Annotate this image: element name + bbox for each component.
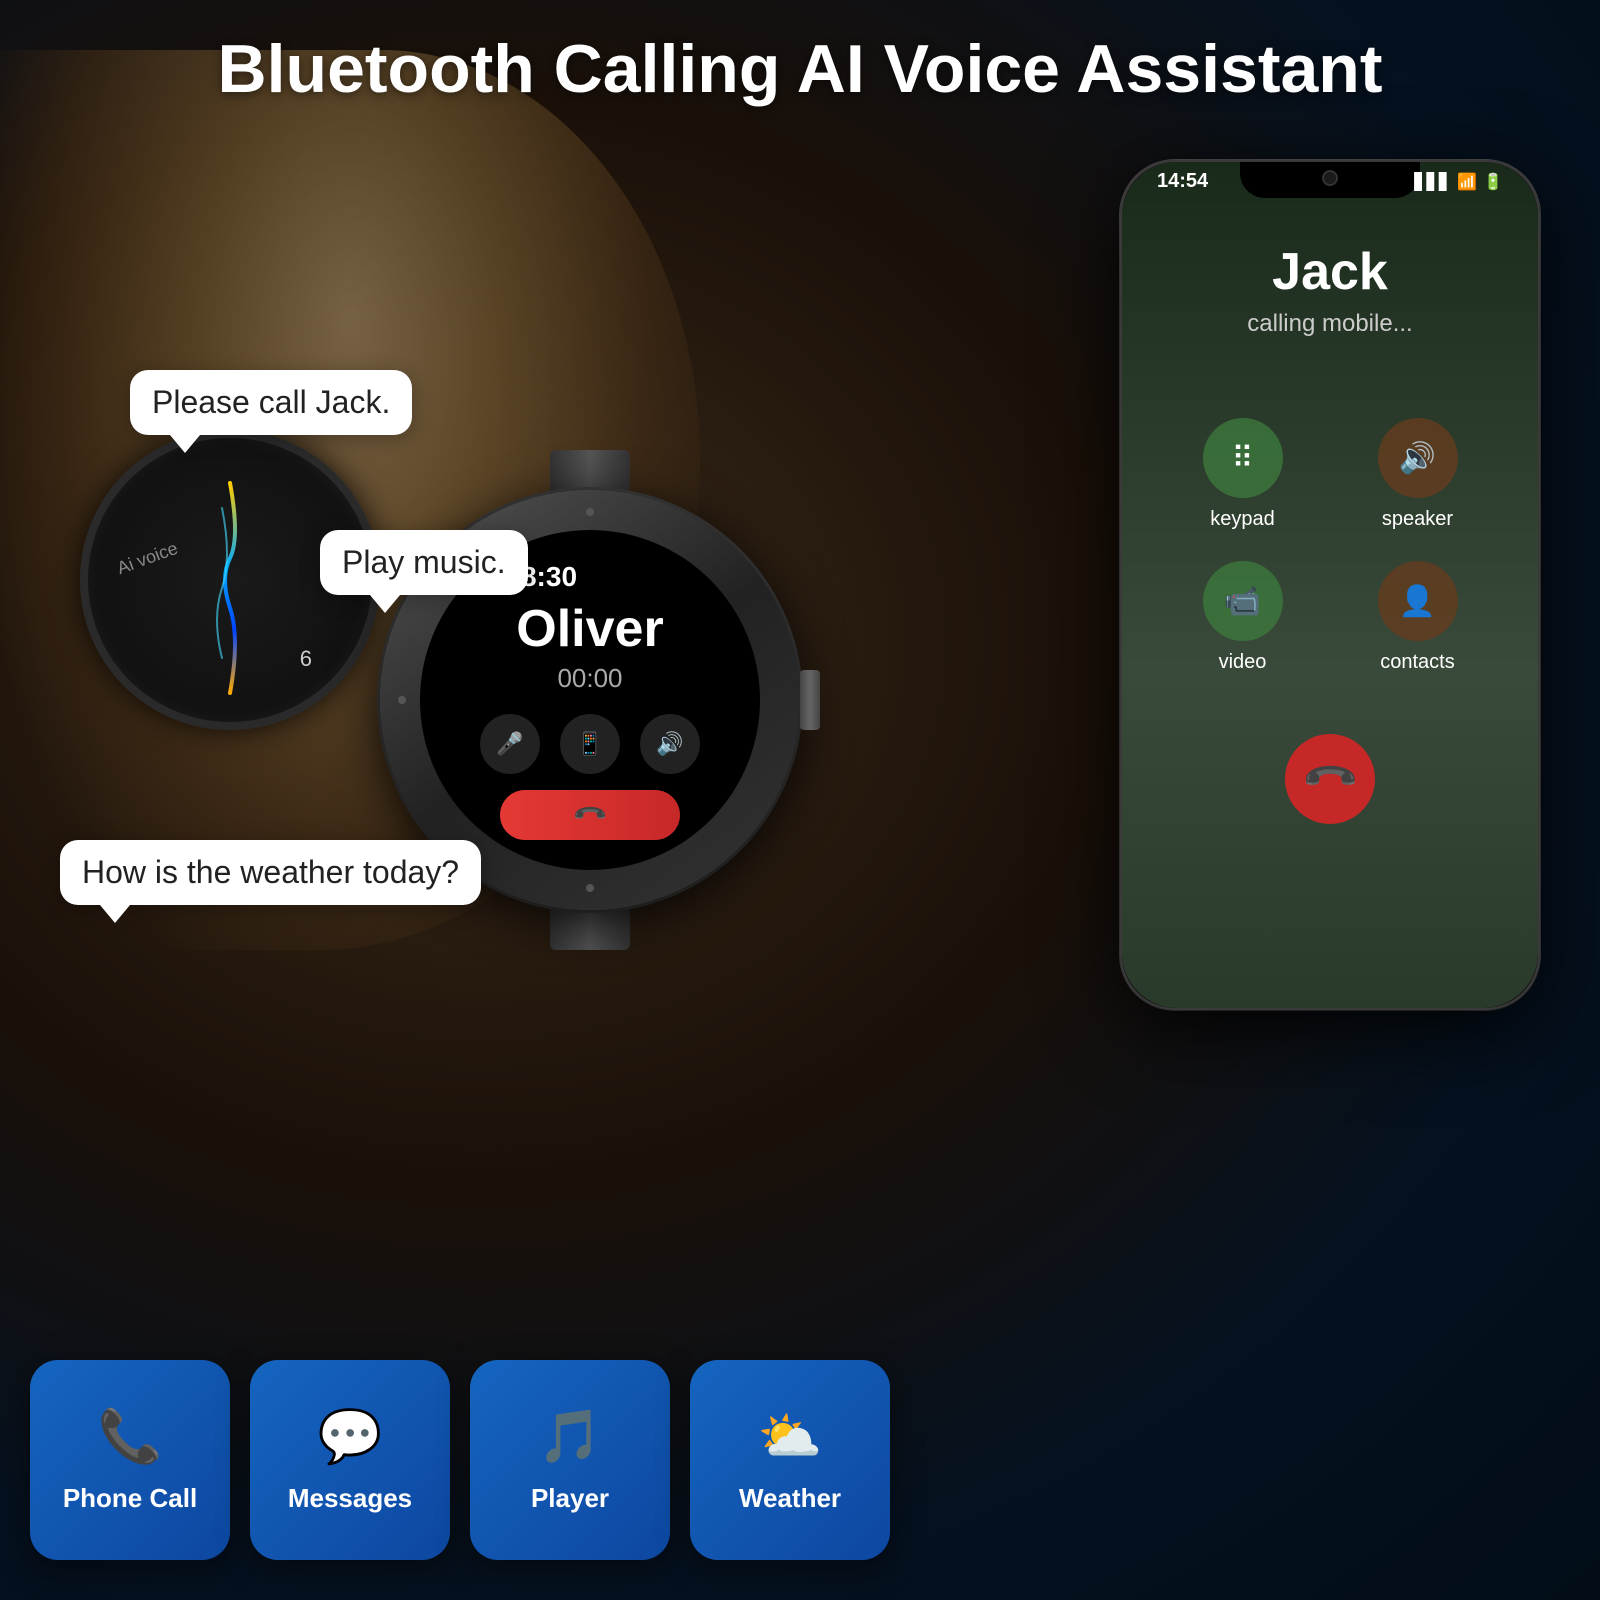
watch-call-duration: 00:00 (557, 663, 622, 694)
bubble-music: Play music. (320, 530, 528, 595)
phone-call-icon: 📞 (98, 1406, 163, 1467)
player-icon: 🎵 (538, 1406, 603, 1467)
screw-left (398, 696, 406, 704)
screw-top (586, 508, 594, 516)
watch-end-call-btn[interactable]: 📞 (500, 790, 680, 840)
feature-tiles: 📞 Phone Call 💬 Messages 🎵 Player ⛅ Weather (30, 1360, 890, 1560)
bubble-weather: How is the weather today? (60, 840, 481, 905)
status-icons: ▋▋▋ 📶 🔋 (1414, 172, 1503, 192)
decline-icon: 📞 (1299, 748, 1360, 809)
feature-tile-messages[interactable]: 💬 Messages (250, 1360, 450, 1560)
speaker-label: speaker (1382, 508, 1453, 531)
weather-icon: ⛅ (758, 1406, 823, 1467)
status-bar: 14:54 ▋▋▋ 📶 🔋 (1147, 170, 1513, 193)
phone-caller-name: Jack (1272, 242, 1388, 302)
watch-caller-name: Oliver (516, 599, 663, 659)
phone-speaker-item: 🔊 speaker (1345, 418, 1490, 531)
end-call-icon: 📞 (571, 796, 609, 834)
ai-wave-icon (210, 478, 250, 698)
phone-body: 14:54 ▋▋▋ 📶 🔋 Jack calling mobile... ⠿ k… (1120, 160, 1540, 1010)
video-label: video (1219, 651, 1267, 674)
feature-tile-phone-call[interactable]: 📞 Phone Call (30, 1360, 230, 1560)
contacts-label: contacts (1380, 651, 1454, 674)
messages-icon: 💬 (318, 1406, 383, 1467)
watch-small-number: 6 (300, 646, 312, 672)
wifi-icon: 📶 (1457, 172, 1477, 192)
contacts-btn[interactable]: 👤 (1378, 561, 1458, 641)
phone-device: 14:54 ▋▋▋ 📶 🔋 Jack calling mobile... ⠿ k… (1120, 160, 1540, 1010)
signal-icon: ▋▋▋ (1414, 172, 1451, 192)
watch-crown (800, 670, 820, 730)
messages-label: Messages (288, 1483, 412, 1514)
keypad-label: keypad (1210, 508, 1275, 531)
phone-call-label: Phone Call (63, 1483, 197, 1514)
phone-keypad-item: ⠿ keypad (1170, 418, 1315, 531)
page-title: Bluetooth Calling AI Voice Assistant (0, 30, 1600, 108)
phone-decline-btn[interactable]: 📞 (1285, 734, 1375, 824)
speaker-btn[interactable]: 🔊 (1378, 418, 1458, 498)
keypad-btn[interactable]: ⠿ (1203, 418, 1283, 498)
weather-label: Weather (739, 1483, 841, 1514)
phone-action-grid: ⠿ keypad 🔊 speaker 📹 video 👤 contacts (1170, 418, 1490, 674)
screw-bottom (586, 884, 594, 892)
phone-contacts-item: 👤 contacts (1345, 561, 1490, 674)
bubble-call: Please call Jack. (130, 370, 412, 435)
phone-caller-status: calling mobile... (1247, 310, 1412, 338)
phone-answer-row: 📞 (1170, 734, 1490, 824)
watch-controls: 🎤 📱 🔊 (480, 714, 700, 774)
ai-voice-label: Ai voice (114, 538, 180, 579)
phone-screen: Jack calling mobile... ⠿ keypad 🔊 speake… (1122, 162, 1538, 1008)
battery-icon: 🔋 (1483, 172, 1503, 192)
video-btn[interactable]: 📹 (1203, 561, 1283, 641)
watch-mute-btn[interactable]: 🎤 (480, 714, 540, 774)
watch-speaker-btn[interactable]: 🔊 (640, 714, 700, 774)
watch-phone-btn[interactable]: 📱 (560, 714, 620, 774)
feature-tile-weather[interactable]: ⛅ Weather (690, 1360, 890, 1560)
phone-video-item: 📹 video (1170, 561, 1315, 674)
player-label: Player (531, 1483, 609, 1514)
feature-tile-player[interactable]: 🎵 Player (470, 1360, 670, 1560)
phone-time: 14:54 (1157, 170, 1208, 193)
